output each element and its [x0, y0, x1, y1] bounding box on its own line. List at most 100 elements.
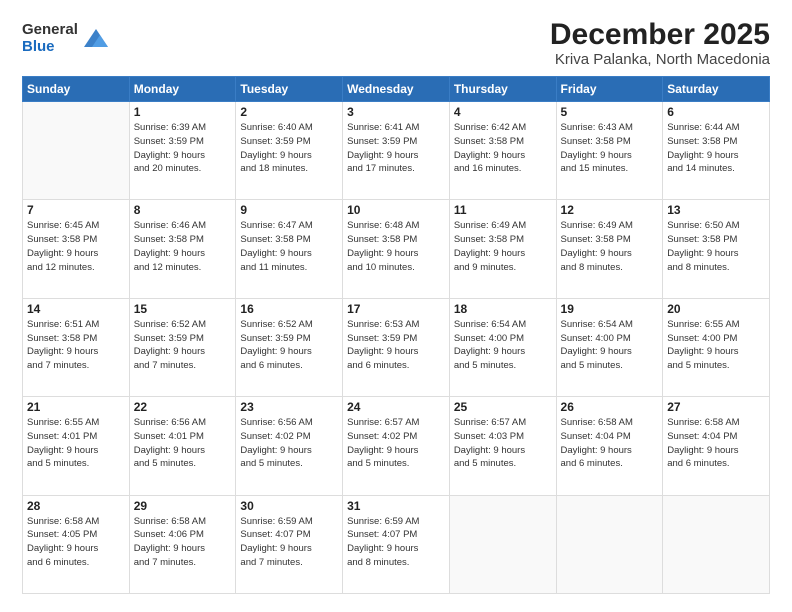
calendar-day-header: Thursday: [449, 77, 556, 102]
logo-general: General: [22, 22, 78, 39]
calendar-cell: [449, 495, 556, 593]
week-row: 1 Sunrise: 6:39 AMSunset: 3:59 PMDaylight…: [23, 102, 770, 200]
day-info: Sunrise: 6:58 AMSunset: 4:04 PMDaylight:…: [667, 416, 765, 471]
day-number: 28: [27, 499, 125, 513]
calendar-cell: 3 Sunrise: 6:41 AMSunset: 3:59 PMDaylight…: [343, 102, 450, 200]
week-row: 28Sunrise: 6:58 AMSunset: 4:05 PMDayligh…: [23, 495, 770, 593]
day-info: Sunrise: 6:55 AMSunset: 4:00 PMDaylight:…: [667, 318, 765, 373]
calendar-cell: 19Sunrise: 6:54 AMSunset: 4:00 PMDayligh…: [556, 298, 663, 396]
page: General Blue December 2025 Kriva Palanka…: [0, 0, 792, 612]
week-row: 14Sunrise: 6:51 AMSunset: 3:58 PMDayligh…: [23, 298, 770, 396]
calendar-cell: 25 Sunrise: 6:57 AMSunset: 4:03 PMDayligh…: [449, 397, 556, 495]
logo: General Blue: [22, 22, 110, 55]
day-info: Sunrise: 6:44 AMSunset: 3:58 PMDaylight:…: [667, 121, 765, 176]
calendar-cell: 12 Sunrise: 6:49 AMSunset: 3:58 PMDayligh…: [556, 200, 663, 298]
day-info: Sunrise: 6:46 AMSunset: 3:58 PMDaylight:…: [134, 219, 232, 274]
day-number: 24: [347, 400, 445, 414]
day-number: 11: [454, 203, 552, 217]
day-info: Sunrise: 6:58 AMSunset: 4:04 PMDaylight:…: [561, 416, 659, 471]
calendar-cell: 4Sunrise: 6:42 AMSunset: 3:58 PMDaylight…: [449, 102, 556, 200]
day-number: 5: [561, 105, 659, 119]
day-info: Sunrise: 6:49 AMSunset: 3:58 PMDaylight:…: [454, 219, 552, 274]
calendar-cell: 20 Sunrise: 6:55 AMSunset: 4:00 PMDayligh…: [663, 298, 770, 396]
logo-blue: Blue: [22, 39, 78, 56]
day-number: 2: [240, 105, 338, 119]
day-number: 27: [667, 400, 765, 414]
calendar-cell: 27 Sunrise: 6:58 AMSunset: 4:04 PMDayligh…: [663, 397, 770, 495]
title-block: December 2025 Kriva Palanka, North Maced…: [550, 18, 770, 68]
day-number: 9: [240, 203, 338, 217]
day-info: Sunrise: 6:45 AMSunset: 3:58 PMDaylight:…: [27, 219, 125, 274]
calendar-cell: 30Sunrise: 6:59 AMSunset: 4:07 PMDayligh…: [236, 495, 343, 593]
calendar-cell: 14Sunrise: 6:51 AMSunset: 3:58 PMDayligh…: [23, 298, 130, 396]
day-number: 13: [667, 203, 765, 217]
day-info: Sunrise: 6:54 AMSunset: 4:00 PMDaylight:…: [454, 318, 552, 373]
day-info: Sunrise: 6:48 AMSunset: 3:58 PMDaylight:…: [347, 219, 445, 274]
header: General Blue December 2025 Kriva Palanka…: [22, 18, 770, 68]
calendar-cell: 11 Sunrise: 6:49 AMSunset: 3:58 PMDayligh…: [449, 200, 556, 298]
calendar-day-header: Friday: [556, 77, 663, 102]
calendar-cell: 16 Sunrise: 6:52 AMSunset: 3:59 PMDayligh…: [236, 298, 343, 396]
calendar-cell: 10 Sunrise: 6:48 AMSunset: 3:58 PMDayligh…: [343, 200, 450, 298]
day-number: 10: [347, 203, 445, 217]
day-number: 26: [561, 400, 659, 414]
calendar-day-header: Sunday: [23, 77, 130, 102]
day-number: 15: [134, 302, 232, 316]
calendar-cell: 22Sunrise: 6:56 AMSunset: 4:01 PMDayligh…: [129, 397, 236, 495]
day-number: 25: [454, 400, 552, 414]
day-info: Sunrise: 6:52 AMSunset: 3:59 PMDaylight:…: [240, 318, 338, 373]
calendar-cell: 1 Sunrise: 6:39 AMSunset: 3:59 PMDaylight…: [129, 102, 236, 200]
day-info: Sunrise: 6:39 AMSunset: 3:59 PMDaylight:…: [134, 121, 232, 176]
logo-icon: [82, 25, 110, 53]
day-number: 17: [347, 302, 445, 316]
week-row: 21 Sunrise: 6:55 AMSunset: 4:01 PMDayligh…: [23, 397, 770, 495]
day-number: 4: [454, 105, 552, 119]
calendar-cell: 8Sunrise: 6:46 AMSunset: 3:58 PMDaylight…: [129, 200, 236, 298]
calendar-header-row: SundayMondayTuesdayWednesdayThursdayFrid…: [23, 77, 770, 102]
day-number: 31: [347, 499, 445, 513]
calendar-cell: 17 Sunrise: 6:53 AMSunset: 3:59 PMDayligh…: [343, 298, 450, 396]
day-info: Sunrise: 6:41 AMSunset: 3:59 PMDaylight:…: [347, 121, 445, 176]
day-number: 22: [134, 400, 232, 414]
day-number: 3: [347, 105, 445, 119]
calendar-cell: 21 Sunrise: 6:55 AMSunset: 4:01 PMDayligh…: [23, 397, 130, 495]
day-number: 7: [27, 203, 125, 217]
calendar-cell: 13 Sunrise: 6:50 AMSunset: 3:58 PMDayligh…: [663, 200, 770, 298]
calendar-cell: 23 Sunrise: 6:56 AMSunset: 4:02 PMDayligh…: [236, 397, 343, 495]
day-info: Sunrise: 6:59 AMSunset: 4:07 PMDaylight:…: [347, 515, 445, 570]
calendar-table: SundayMondayTuesdayWednesdayThursdayFrid…: [22, 76, 770, 594]
day-info: Sunrise: 6:52 AMSunset: 3:59 PMDaylight:…: [134, 318, 232, 373]
day-info: Sunrise: 6:43 AMSunset: 3:58 PMDaylight:…: [561, 121, 659, 176]
day-info: Sunrise: 6:57 AMSunset: 4:03 PMDaylight:…: [454, 416, 552, 471]
calendar-cell: [663, 495, 770, 593]
day-info: Sunrise: 6:54 AMSunset: 4:00 PMDaylight:…: [561, 318, 659, 373]
day-number: 20: [667, 302, 765, 316]
day-number: 12: [561, 203, 659, 217]
day-info: Sunrise: 6:56 AMSunset: 4:02 PMDaylight:…: [240, 416, 338, 471]
page-title: December 2025: [550, 18, 770, 51]
calendar-cell: 9Sunrise: 6:47 AMSunset: 3:58 PMDaylight…: [236, 200, 343, 298]
day-info: Sunrise: 6:57 AMSunset: 4:02 PMDaylight:…: [347, 416, 445, 471]
day-info: Sunrise: 6:40 AMSunset: 3:59 PMDaylight:…: [240, 121, 338, 176]
day-number: 23: [240, 400, 338, 414]
calendar-cell: 5 Sunrise: 6:43 AMSunset: 3:58 PMDaylight…: [556, 102, 663, 200]
day-info: Sunrise: 6:49 AMSunset: 3:58 PMDaylight:…: [561, 219, 659, 274]
day-number: 1: [134, 105, 232, 119]
day-info: Sunrise: 6:59 AMSunset: 4:07 PMDaylight:…: [240, 515, 338, 570]
day-info: Sunrise: 6:55 AMSunset: 4:01 PMDaylight:…: [27, 416, 125, 471]
calendar-cell: 24 Sunrise: 6:57 AMSunset: 4:02 PMDayligh…: [343, 397, 450, 495]
calendar-day-header: Tuesday: [236, 77, 343, 102]
day-number: 29: [134, 499, 232, 513]
calendar-cell: 26 Sunrise: 6:58 AMSunset: 4:04 PMDayligh…: [556, 397, 663, 495]
calendar-cell: 2 Sunrise: 6:40 AMSunset: 3:59 PMDaylight…: [236, 102, 343, 200]
day-info: Sunrise: 6:53 AMSunset: 3:59 PMDaylight:…: [347, 318, 445, 373]
calendar-cell: [23, 102, 130, 200]
calendar-cell: 6 Sunrise: 6:44 AMSunset: 3:58 PMDaylight…: [663, 102, 770, 200]
day-info: Sunrise: 6:50 AMSunset: 3:58 PMDaylight:…: [667, 219, 765, 274]
day-number: 16: [240, 302, 338, 316]
day-number: 6: [667, 105, 765, 119]
day-number: 21: [27, 400, 125, 414]
calendar-day-header: Monday: [129, 77, 236, 102]
calendar-day-header: Wednesday: [343, 77, 450, 102]
calendar-cell: 15 Sunrise: 6:52 AMSunset: 3:59 PMDayligh…: [129, 298, 236, 396]
